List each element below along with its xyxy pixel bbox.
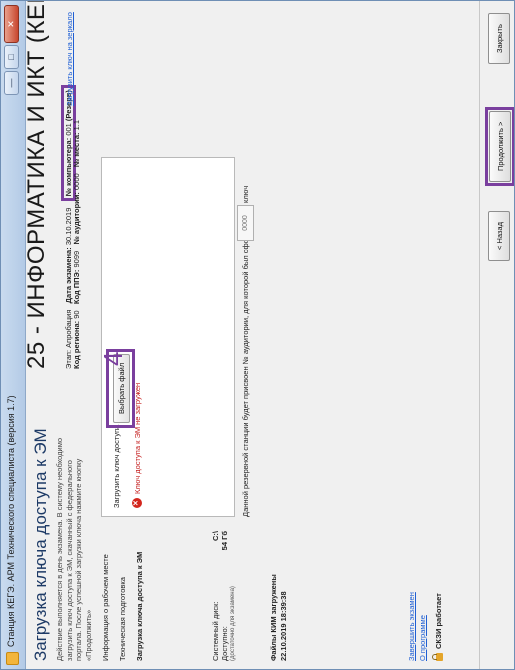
available-value: 54 Гб [220,531,229,551]
mirror-upload-link[interactable]: Загрузить ключ на зеркало [65,12,74,106]
disk-value: C:\ [211,531,220,541]
error-text: Ключ доступа к ЭМ не загружен [132,382,142,494]
disk-row-available: Доступно: 54 Гб [220,531,229,661]
kim-files-status: Файлы КИМ загружены 22.10.2019 18:39:38 [269,574,289,661]
back-button[interactable]: < Назад [488,211,510,261]
sidebar-item-tech-prep[interactable]: Техническая подготовка [118,529,127,661]
available-label: Доступно: [220,626,229,661]
region-value: 90 [72,310,81,319]
close-window-button[interactable]: ✕ [4,5,19,43]
key-upload-panel: Загрузить ключ доступа к ЭМ: Выбрать фай… [98,157,235,517]
page-description: Действие выполняется в день экзамена. В … [55,437,93,661]
continue-button-highlight: Продолжить > [485,106,515,186]
auditorium-value: 0000 [72,173,81,191]
app-window: Станция КЕГЭ. АРМ Технического специалис… [0,0,515,670]
exam-meta-line-2: Код региона: 90 Код ППЭ: 9099 № аудитори… [72,120,81,369]
skzi-status: СКЗИ работает [433,593,443,661]
continue-button[interactable]: Продолжить > [489,110,511,182]
finish-exam-link[interactable]: Завершить экзамен [406,592,417,661]
disk-row-system: Системный диск: C:\ [211,531,220,661]
maximize-button[interactable]: □ [4,45,19,69]
sidebar-item-key-upload[interactable]: Загрузка ключа доступа к ЭМ [135,529,144,661]
step-number-annotation: 4 [98,351,128,366]
lock-icon [436,653,443,661]
app-icon [6,652,19,665]
window-title: Станция КЕГЭ. АРМ Технического специалис… [6,395,16,647]
disk-label: Системный диск: [211,601,220,661]
files-status-text: Файлы КИМ загружены [269,574,278,661]
sidebar-nav: Информация о рабочем месте Техническая п… [101,529,152,661]
error-icon: ✕ [132,498,142,508]
close-button[interactable]: Закрыть [488,13,510,64]
sidebar-links: Завершить экзамен О программе [406,592,428,661]
disk-info: Системный диск: C:\ Доступно: 54 Гб (дос… [211,531,236,661]
skzi-status-text: СКЗИ работает [433,593,443,649]
ppe-value: 9099 [72,250,81,268]
region-label: Код региона: [72,320,81,369]
window-controls: — □ ✕ [4,5,19,95]
page-title: Загрузка ключа доступа к ЭМ [31,428,50,661]
key-status-error: ✕ Ключ доступа к ЭМ не загружен [132,383,142,508]
sidebar-item-workplace-info[interactable]: Информация о рабочем месте [101,529,110,661]
minimize-button[interactable]: — [4,71,19,95]
auditorium-key-field[interactable] [237,205,254,241]
auditorium-label: № аудитории: [72,192,81,245]
ppe-label: Код ППЭ: [72,269,81,305]
footer-bar: < Назад Продолжить > Закрыть [479,1,515,669]
exam-title: 25 - ИНФОРМАТИКА И ИКТ (КЕГЭ) [23,0,50,369]
files-status-date: 22.10.2019 18:39:38 [279,591,288,661]
about-link[interactable]: О программе [417,592,428,661]
place-label: № места: [72,132,81,168]
disk-note: (достаточно для экзамена) [230,586,236,661]
place-value: 1.1 [72,119,81,131]
